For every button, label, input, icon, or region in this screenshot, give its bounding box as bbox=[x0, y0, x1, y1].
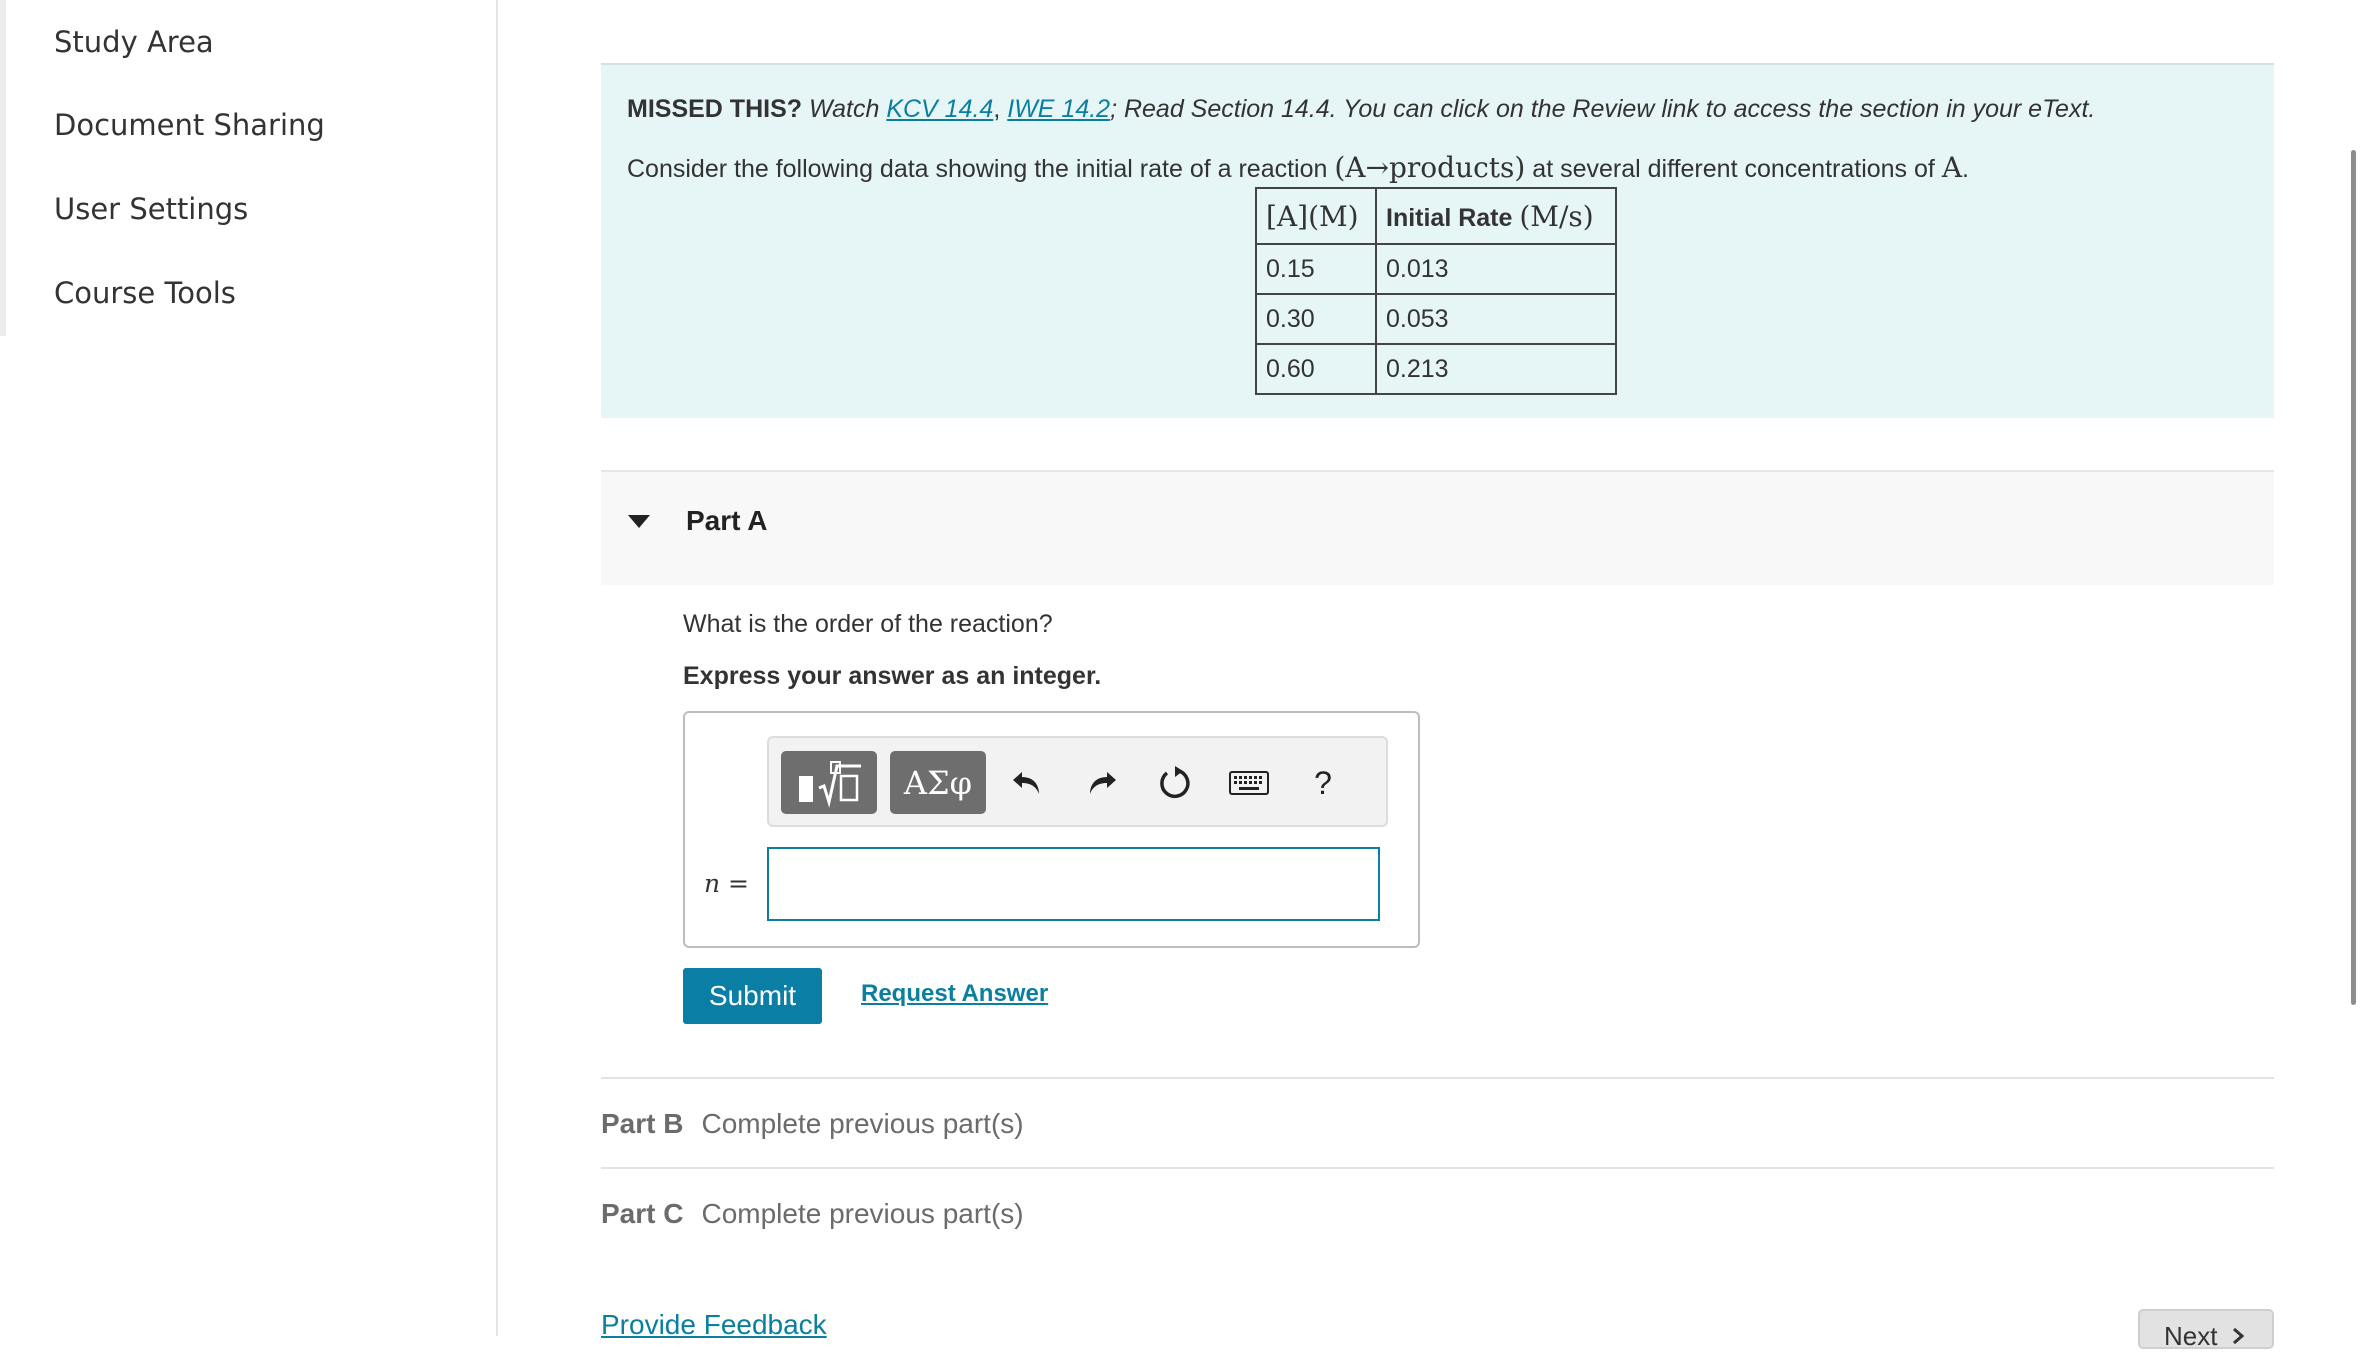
undo-button[interactable] bbox=[1005, 758, 1049, 808]
part-b-label: Part B bbox=[601, 1108, 684, 1139]
table-row: 0.30 0.053 bbox=[1255, 293, 1617, 345]
keyboard-icon bbox=[1229, 771, 1269, 795]
read-section-text: ; Read Section 14.4. You can click on th… bbox=[1110, 95, 2096, 123]
part-b-row[interactable]: Part B Complete previous part(s) bbox=[601, 1108, 1024, 1140]
templates-icon bbox=[799, 760, 861, 808]
rate-cell: 0.053 bbox=[1375, 293, 1617, 345]
concentration-header: [A](M) bbox=[1255, 187, 1377, 245]
sidebar-item-course-tools[interactable]: Course Tools bbox=[54, 276, 236, 310]
provide-feedback-link[interactable]: Provide Feedback bbox=[601, 1309, 827, 1341]
part-c-row[interactable]: Part C Complete previous part(s) bbox=[601, 1198, 1024, 1230]
rate-cell: 0.213 bbox=[1375, 343, 1617, 395]
reset-button[interactable] bbox=[1153, 758, 1197, 808]
math-toolbar: ΑΣφ ? bbox=[767, 736, 1388, 827]
concentration-cell: 0.60 bbox=[1255, 343, 1377, 395]
species-symbol: A bbox=[1941, 151, 1963, 184]
part-a-title: Part A bbox=[686, 505, 768, 536]
rate-header-label: Initial Rate bbox=[1386, 203, 1513, 232]
divider bbox=[601, 1077, 2274, 1079]
answer-input[interactable] bbox=[767, 847, 1380, 921]
table-row: 0.60 0.213 bbox=[1255, 343, 1617, 395]
next-button[interactable]: Next bbox=[2138, 1309, 2274, 1351]
rate-header: Initial Rate (M/s) bbox=[1375, 187, 1617, 245]
undo-icon bbox=[1013, 772, 1039, 794]
rate-header-unit: (M/s) bbox=[1519, 199, 1594, 233]
sidebar: Study Area Document Sharing User Setting… bbox=[0, 0, 498, 1336]
part-a-header[interactable]: Part A bbox=[601, 470, 2274, 585]
concentration-cell: 0.30 bbox=[1255, 293, 1377, 345]
part-c-label: Part C bbox=[601, 1198, 684, 1229]
collapse-triangle-icon[interactable] bbox=[628, 515, 650, 528]
missed-this-line: MISSED THIS? Watch KCV 14.4, IWE 14.2; R… bbox=[627, 95, 2095, 124]
submit-button[interactable]: Submit bbox=[683, 968, 822, 1024]
help-button[interactable]: ? bbox=[1301, 758, 1345, 808]
next-label: Next bbox=[2164, 1321, 2218, 1351]
part-c-status: Complete previous part(s) bbox=[701, 1198, 1024, 1229]
statement-period: . bbox=[1962, 155, 1969, 183]
table-row: 0.15 0.013 bbox=[1255, 243, 1617, 295]
missed-this-label: MISSED THIS? bbox=[627, 95, 803, 123]
kcv-link[interactable]: KCV 14.4 bbox=[886, 95, 993, 123]
part-b-status: Complete previous part(s) bbox=[701, 1108, 1024, 1139]
statement-prefix: Consider the following data showing the … bbox=[627, 155, 1328, 183]
link-separator: , bbox=[993, 95, 1001, 123]
answer-box: ΑΣφ ? n = bbox=[683, 711, 1420, 948]
rate-cell: 0.013 bbox=[1375, 243, 1617, 295]
chevron-right-icon bbox=[2232, 1327, 2244, 1345]
problem-intro-panel: MISSED THIS? Watch KCV 14.4, IWE 14.2; R… bbox=[601, 63, 2274, 418]
reaction-equation: (A→products) bbox=[1334, 151, 1526, 184]
problem-statement: Consider the following data showing the … bbox=[627, 151, 1969, 184]
table-header-row: [A](M) Initial Rate (M/s) bbox=[1255, 187, 1617, 245]
sidebar-item-user-settings[interactable]: User Settings bbox=[54, 192, 248, 226]
scrollbar[interactable] bbox=[2351, 150, 2356, 1005]
sidebar-item-document-sharing[interactable]: Document Sharing bbox=[54, 108, 325, 142]
variable-label: n = bbox=[704, 869, 749, 898]
rate-data-table: [A](M) Initial Rate (M/s) 0.15 0.013 0.3… bbox=[1255, 187, 1617, 395]
sidebar-accent bbox=[0, 0, 6, 336]
statement-middle: at several different concentrations of bbox=[1532, 155, 1935, 183]
iwe-link[interactable]: IWE 14.2 bbox=[1007, 95, 1110, 123]
templates-button[interactable] bbox=[781, 751, 877, 814]
watch-text: Watch bbox=[808, 95, 880, 123]
reset-icon bbox=[1160, 766, 1190, 799]
request-answer-link[interactable]: Request Answer bbox=[861, 980, 1048, 1008]
sidebar-item-study-area[interactable]: Study Area bbox=[54, 25, 214, 59]
redo-button[interactable] bbox=[1080, 758, 1124, 808]
keyboard-button[interactable] bbox=[1227, 758, 1271, 808]
redo-icon bbox=[1090, 772, 1116, 794]
concentration-cell: 0.15 bbox=[1255, 243, 1377, 295]
greek-symbols-button[interactable]: ΑΣφ bbox=[890, 751, 986, 814]
question-text: What is the order of the reaction? bbox=[683, 610, 1053, 638]
divider bbox=[601, 1167, 2274, 1169]
answer-instruction: Express your answer as an integer. bbox=[683, 662, 1102, 690]
